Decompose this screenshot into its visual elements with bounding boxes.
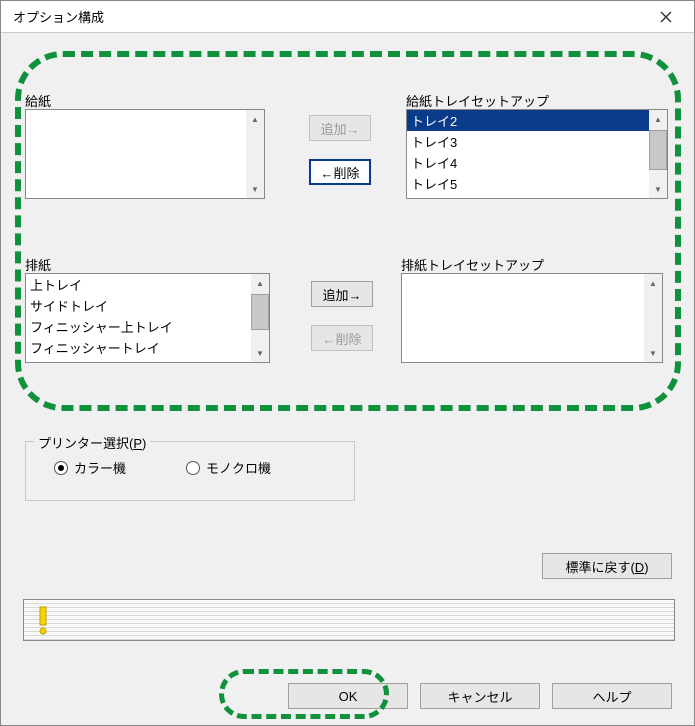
- output-dst-label: 排紙トレイセットアップ: [401, 255, 544, 274]
- window-title: オプション構成: [13, 7, 104, 26]
- list-item[interactable]: トレイ2: [407, 110, 649, 131]
- output-src-listbox[interactable]: 上トレイサイドトレイフィニッシャー上トレイフィニッシャートレイフィニッシャー中と…: [25, 273, 270, 363]
- close-button[interactable]: [646, 3, 686, 31]
- output-dst-items: [402, 274, 644, 362]
- scroll-down-icon[interactable]: ▼: [644, 344, 662, 362]
- scrollbar[interactable]: ▲ ▼: [251, 274, 269, 362]
- list-item[interactable]: フィニッシャートレイ: [26, 337, 251, 358]
- feed-dst-items: トレイ2トレイ3トレイ4トレイ5大量給紙トレイ: [407, 110, 649, 198]
- printer-select-group: プリンター選択(P) カラー機 モノクロ機: [25, 441, 355, 501]
- feed-src-label: 給紙: [25, 91, 51, 110]
- dialog-window: オプション構成 給紙 ▲ ▼ 追加→ ←削除 給紙トレイセットアップ トレイ2ト…: [0, 0, 695, 726]
- scrollbar[interactable]: ▲ ▼: [644, 274, 662, 362]
- output-src-items: 上トレイサイドトレイフィニッシャー上トレイフィニッシャートレイフィニッシャー中と…: [26, 274, 251, 362]
- printer-color-radio[interactable]: カラー機: [54, 458, 126, 477]
- scroll-down-icon[interactable]: ▼: [251, 344, 269, 362]
- reset-defaults-button[interactable]: 標準に戻す(D): [542, 553, 672, 579]
- printer-select-legend: プリンター選択(P): [34, 433, 150, 452]
- output-add-button[interactable]: 追加→: [311, 281, 373, 307]
- scrollbar[interactable]: ▲ ▼: [649, 110, 667, 198]
- printer-mono-radio[interactable]: モノクロ機: [186, 458, 271, 477]
- feed-src-listbox[interactable]: ▲ ▼: [25, 109, 265, 199]
- scroll-down-icon[interactable]: ▼: [649, 180, 667, 198]
- reset-defaults-label: 標準に戻す(D): [565, 557, 648, 576]
- feed-remove-button[interactable]: ←削除: [309, 159, 371, 185]
- scroll-track[interactable]: [251, 292, 269, 344]
- help-button[interactable]: ヘルプ: [552, 683, 672, 709]
- printer-radio-row: カラー機 モノクロ機: [26, 454, 354, 477]
- scroll-up-icon[interactable]: ▲: [246, 110, 264, 128]
- scroll-thumb[interactable]: [251, 294, 269, 330]
- scroll-track[interactable]: [246, 128, 264, 180]
- feed-dst-label: 給紙トレイセットアップ: [406, 91, 549, 110]
- scroll-up-icon[interactable]: ▲: [251, 274, 269, 292]
- feed-src-items: [26, 110, 246, 198]
- list-item[interactable]: 上トレイ: [26, 274, 251, 295]
- printer-color-label: カラー機: [74, 458, 126, 477]
- feed-add-button[interactable]: 追加→: [309, 115, 371, 141]
- scroll-thumb[interactable]: [649, 130, 667, 170]
- radio-icon: [186, 461, 200, 475]
- scroll-track[interactable]: [644, 292, 662, 344]
- scroll-up-icon[interactable]: ▲: [649, 110, 667, 128]
- output-src-label: 排紙: [25, 255, 51, 274]
- status-warning-icon: [24, 601, 62, 639]
- output-dst-listbox[interactable]: ▲ ▼: [401, 273, 663, 363]
- status-strip: [23, 599, 675, 641]
- ok-button[interactable]: OK: [288, 683, 408, 709]
- cancel-button[interactable]: キャンセル: [420, 683, 540, 709]
- scroll-down-icon[interactable]: ▼: [246, 180, 264, 198]
- output-remove-button[interactable]: ←削除: [311, 325, 373, 351]
- scrollbar[interactable]: ▲ ▼: [246, 110, 264, 198]
- dialog-button-row: OK キャンセル ヘルプ: [288, 683, 672, 709]
- feed-dst-listbox[interactable]: トレイ2トレイ3トレイ4トレイ5大量給紙トレイ ▲ ▼: [406, 109, 668, 199]
- titlebar: オプション構成: [1, 1, 694, 33]
- list-item[interactable]: トレイ3: [407, 131, 649, 152]
- list-item[interactable]: 大量給紙トレイ: [407, 194, 649, 198]
- scroll-up-icon[interactable]: ▲: [644, 274, 662, 292]
- list-item[interactable]: フィニッシャー上トレイ: [26, 316, 251, 337]
- printer-select-legend-text: プリンター選択(P): [38, 436, 146, 451]
- printer-mono-label: モノクロ機: [206, 458, 271, 477]
- scroll-track[interactable]: [649, 128, 667, 180]
- list-item[interactable]: トレイ5: [407, 173, 649, 194]
- list-item[interactable]: サイドトレイ: [26, 295, 251, 316]
- list-item[interactable]: トレイ4: [407, 152, 649, 173]
- radio-icon: [54, 461, 68, 475]
- tray-config-panel: 給紙 ▲ ▼ 追加→ ←削除 給紙トレイセットアップ トレイ2トレイ3トレイ4ト…: [19, 47, 677, 445]
- list-item[interactable]: フィニッシャー中とじトレイ: [26, 358, 251, 362]
- close-icon: [660, 11, 672, 23]
